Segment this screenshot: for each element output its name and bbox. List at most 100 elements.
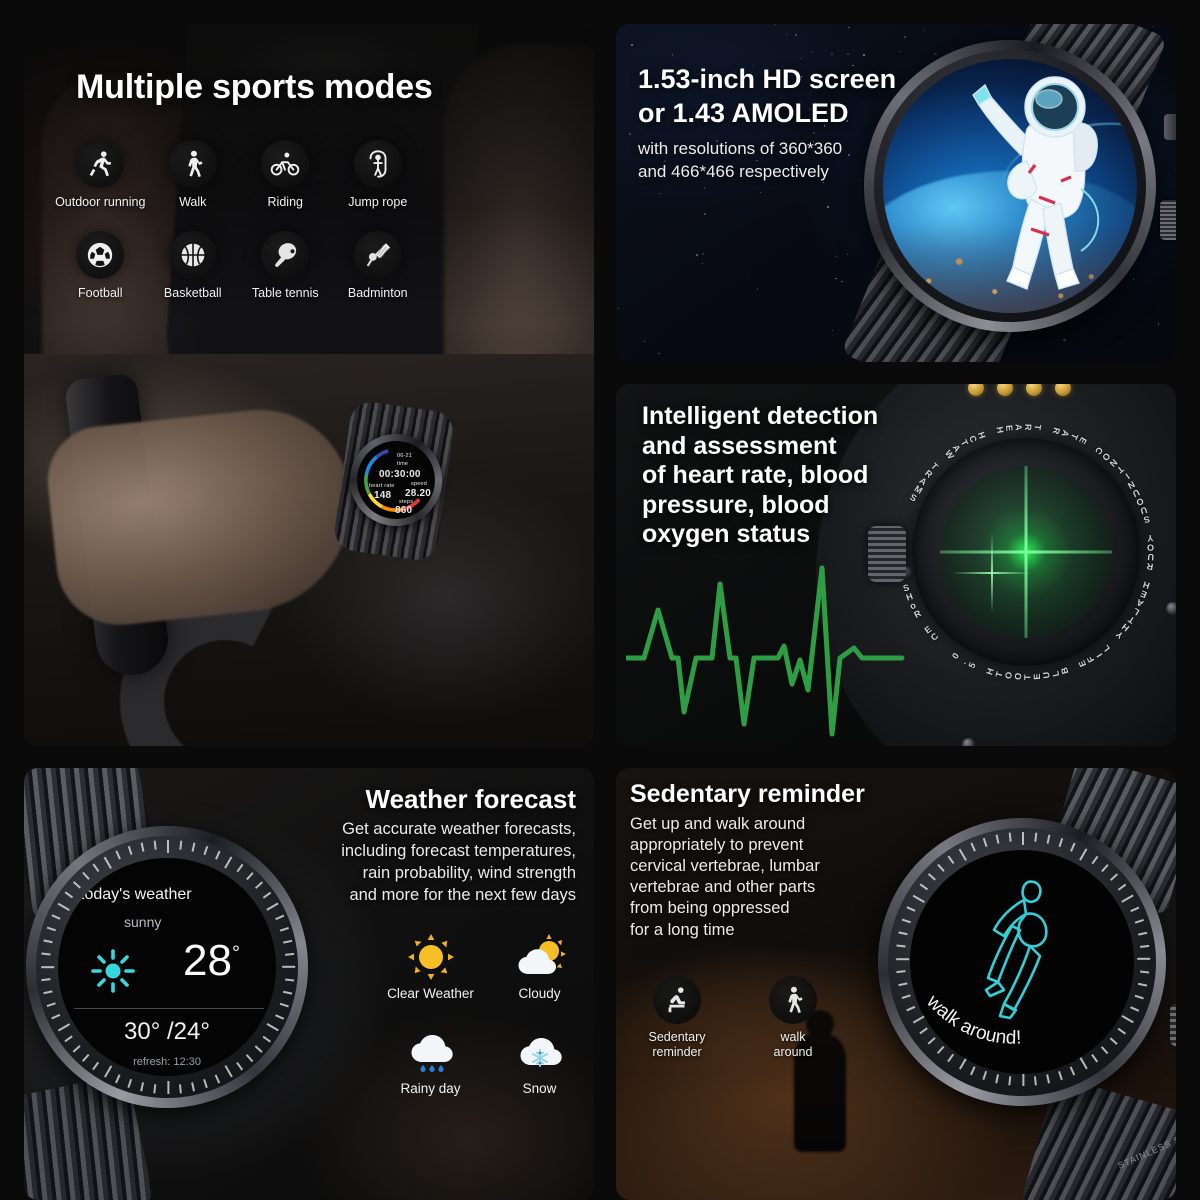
sport-item-jump-rope[interactable]: Jump rope xyxy=(332,140,425,209)
bezel-tick xyxy=(246,1054,254,1062)
bezel-tick xyxy=(1046,834,1050,844)
watch-crown[interactable] xyxy=(1170,1004,1176,1046)
bezel-tick xyxy=(947,855,955,865)
rain-cloud-icon xyxy=(411,1035,453,1072)
watch-case: walk around! xyxy=(878,818,1166,1106)
bezel-tick xyxy=(970,1066,976,1076)
bezel-tick xyxy=(282,965,296,969)
sedentary-sub-line4: vertebrae and other parts xyxy=(630,878,816,897)
weather-condition-cloudy[interactable]: Cloudy xyxy=(485,932,594,1001)
walk-around-item[interactable]: walk around xyxy=(754,976,832,1060)
sport-item-riding[interactable]: Riding xyxy=(239,140,332,209)
bezel-tick xyxy=(1137,957,1151,961)
sport-label: Outdoor running xyxy=(55,195,146,209)
bezel-tick xyxy=(279,926,289,932)
bezel-tick xyxy=(179,1084,182,1094)
bezel-tick xyxy=(898,982,908,987)
watch-screen-weather: today's weather sunny 28° 30° /24° refre… xyxy=(58,858,276,1076)
heart-title-line4: pressure, blood xyxy=(642,490,830,519)
star xyxy=(846,53,849,56)
weather-condition-clear[interactable]: Clear Weather xyxy=(376,932,485,1001)
sport-item-basketball[interactable]: Basketball xyxy=(147,231,240,300)
engraving-char: U xyxy=(1040,670,1052,680)
weather-condition-label: Snow xyxy=(522,1081,557,1096)
svg-text:walk around!: walk around! xyxy=(922,991,1022,1048)
weather-temperature: 28° xyxy=(183,936,240,985)
bezel-tick xyxy=(191,1082,195,1092)
bezel-tick xyxy=(1138,931,1148,936)
bezel-tick xyxy=(167,1081,170,1094)
bezel-tick xyxy=(1091,855,1099,865)
weather-refresh-time: refresh: 12:30 xyxy=(133,1056,201,1068)
bezel-tick xyxy=(1138,982,1148,987)
sun-icon xyxy=(407,934,454,980)
star xyxy=(795,33,798,36)
bezel-tick xyxy=(224,1065,233,1078)
panel-sports-modes: Multiple sports modes Outdoor running Wa… xyxy=(24,24,594,746)
screen-sub-line1: with resolutions of 360*360 xyxy=(638,139,843,159)
bezel-tick xyxy=(153,1084,157,1094)
watch-time-value: 00:30:00 xyxy=(379,469,421,480)
sport-item-badminton[interactable]: Badminton xyxy=(332,231,425,300)
weather-condition-label: Cloudy xyxy=(518,986,561,1001)
sport-item-table-tennis[interactable]: Table tennis xyxy=(239,231,332,300)
bezel-tick xyxy=(937,864,945,872)
watch-heart-label: heart rate xyxy=(369,483,395,489)
bezel-tick xyxy=(92,1061,100,1071)
basketball-icon xyxy=(168,231,217,279)
sport-item-outdoor-running[interactable]: Outdoor running xyxy=(54,140,147,209)
bezel-tick xyxy=(995,834,1000,844)
weather-condition-snow[interactable]: Snow xyxy=(485,1027,594,1096)
bezel-tick xyxy=(275,914,285,920)
sports-title: Multiple sports modes xyxy=(76,68,433,106)
sedentary-sub-line1: Get up and walk around xyxy=(630,815,806,833)
sedentary-subtitle-block: Get up and walk around appropriately to … xyxy=(630,814,876,941)
bezel-tick xyxy=(140,842,145,852)
heart-title-line2: and assessment xyxy=(642,431,837,460)
watch-case: today's weather sunny 28° 30° /24° refre… xyxy=(26,826,308,1108)
bezel-tick xyxy=(906,906,916,912)
sport-label: Walk xyxy=(179,195,207,209)
bezel-tick xyxy=(43,939,53,944)
bezel-tick xyxy=(64,891,73,899)
bezel-tick xyxy=(1140,970,1150,974)
jump-rope-icon xyxy=(353,140,402,188)
weather-subtitle-block: Get accurate weather forecasts, includin… xyxy=(284,818,576,906)
star xyxy=(846,254,848,255)
bezel-tick xyxy=(215,850,221,860)
engraving-char: T xyxy=(1022,673,1033,681)
weather-high-low: 30° /24° xyxy=(124,1018,210,1045)
bezel-tick xyxy=(1079,1057,1088,1070)
bezel-tick-marks: walk around! xyxy=(888,828,1156,1096)
sedentary-icons-row: Sedentary reminder walk around xyxy=(638,976,832,1060)
watch-face: 06-21 time 00:30:00 speed 28.20 heart ra… xyxy=(357,441,435,519)
sport-label: Basketball xyxy=(163,286,222,300)
bezel-tick xyxy=(1079,848,1088,861)
weather-divider xyxy=(74,1008,264,1009)
bezel-tick xyxy=(1101,864,1109,872)
weather-condition-rainy[interactable]: Rainy day xyxy=(376,1027,485,1096)
bezel-tick xyxy=(64,1035,73,1043)
bezel-tick xyxy=(906,1006,916,1012)
star xyxy=(696,254,698,257)
watch-crown[interactable] xyxy=(1160,200,1176,240)
bezel-tick xyxy=(1070,842,1076,852)
sports-watch-on-wrist: 06-21 time 00:30:00 speed 28.20 heart ra… xyxy=(332,399,456,563)
bezel-tick xyxy=(1134,918,1144,924)
sport-item-football[interactable]: Football xyxy=(54,231,147,300)
engraving-char: L xyxy=(1050,669,1062,678)
watch-side-button[interactable] xyxy=(1164,114,1176,140)
sport-item-walk[interactable]: Walk xyxy=(147,140,240,209)
star xyxy=(658,352,660,355)
bezel-tick xyxy=(140,1082,145,1092)
sport-label: Table tennis xyxy=(251,286,319,300)
weather-condition-label: Clear Weather xyxy=(387,986,474,1001)
sedentary-icon-label: Sedentary reminder xyxy=(648,1030,706,1059)
bezel-tick xyxy=(1046,1074,1050,1084)
engraving-char xyxy=(1069,666,1079,672)
bezel-tick xyxy=(947,1053,955,1063)
bezel-tick xyxy=(901,994,911,1000)
badminton-icon xyxy=(353,231,402,279)
bezel-tick xyxy=(153,840,157,850)
sedentary-reminder-item[interactable]: Sedentary reminder xyxy=(638,976,716,1060)
